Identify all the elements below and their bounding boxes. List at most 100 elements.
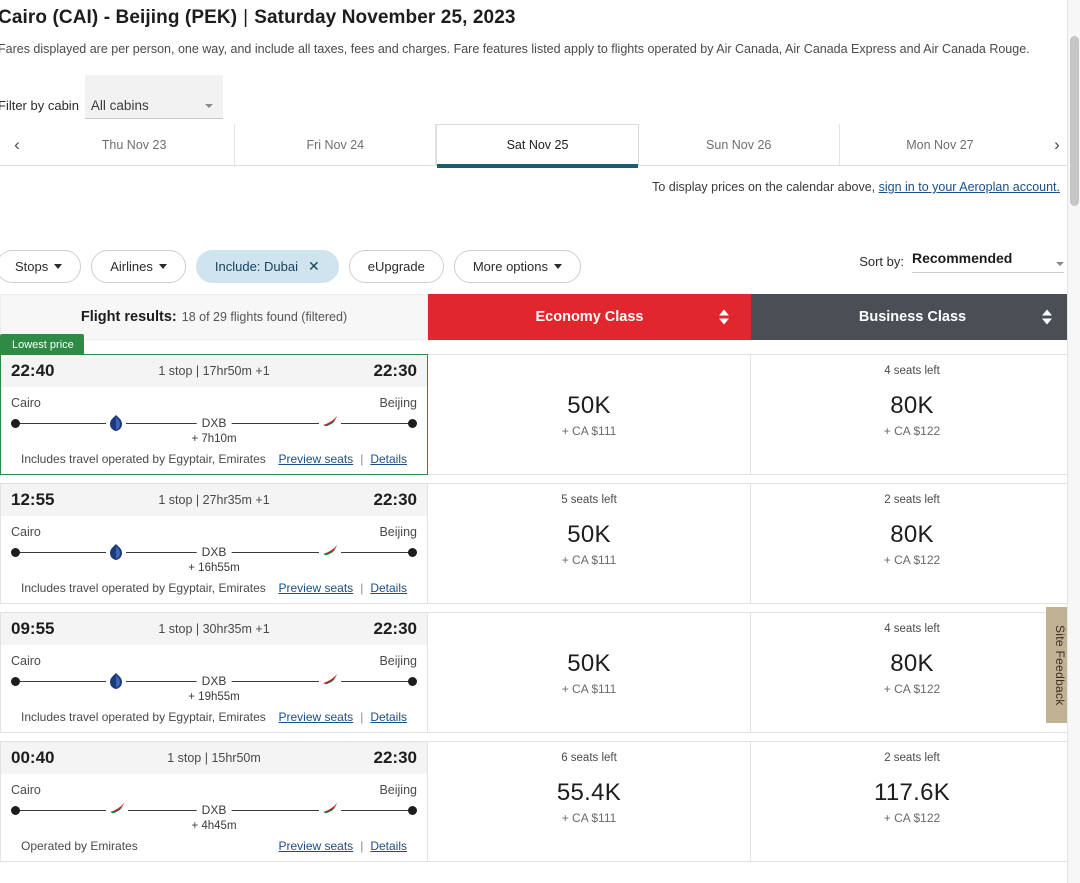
destination-city: Beijing (379, 525, 417, 539)
chevron-down-icon (1056, 262, 1064, 266)
business-class-column-header[interactable]: Business Class (751, 294, 1074, 340)
city-pair: Cairo Beijing (11, 396, 417, 410)
filter-chip-label: Airlines (110, 259, 153, 274)
economy-cash: + CA $111 (561, 423, 617, 438)
arrival-time: 22:30 (373, 361, 417, 380)
emirates-logo-icon (319, 673, 341, 685)
preview-seats-link[interactable]: Preview seats (278, 710, 353, 724)
stop-airport-code: DXB (196, 416, 232, 430)
business-class-label: Business Class (858, 309, 967, 325)
egyptair-logo-icon (106, 544, 126, 560)
emirates-logo-icon (319, 802, 341, 814)
economy-fare-cell[interactable]: 50K + CA $111 (428, 354, 751, 475)
origin-dot-icon (11, 419, 20, 428)
link-divider: | (360, 710, 364, 724)
business-fare-cell[interactable]: 2 seats left 117.6K + CA $122 (751, 741, 1074, 862)
preview-seats-link[interactable]: Preview seats (278, 581, 353, 595)
signin-note: To display prices on the calendar above,… (652, 180, 1060, 194)
origin-dot-icon (11, 806, 20, 815)
scrollbar-thumb[interactable] (1070, 36, 1079, 206)
filter-chip-stops[interactable]: Stops (0, 250, 82, 283)
itinerary-footer: Includes travel operated by Egyptair, Em… (11, 569, 417, 603)
sort-toggle-icon[interactable] (1042, 309, 1052, 325)
details-link[interactable]: Details (370, 710, 407, 724)
flight-result-row: 12:55 1 stop | 27hr35m +1 22:30 Cairo Beijin… (0, 483, 1074, 604)
preview-seats-link[interactable]: Preview seats (278, 452, 353, 466)
sort-label: Sort by: (859, 254, 904, 269)
page-scrollbar[interactable] (1067, 0, 1080, 883)
filter-chip-label: Include: Dubai (214, 259, 298, 274)
city-pair: Cairo Beijing (11, 783, 417, 797)
arrival-time: 22:30 (373, 748, 417, 767)
layover-duration: + 16h55m (188, 562, 240, 574)
business-fare-cell[interactable]: 4 seats left 80K + CA $122 (751, 354, 1074, 475)
destination-dot-icon (408, 548, 417, 557)
emirates-logo-icon (319, 544, 341, 556)
filter-chip-eupgrade[interactable]: eUpgrade (348, 250, 444, 283)
itinerary-footer: Includes travel operated by Egyptair, Em… (11, 698, 417, 732)
filter-chip-include-dubai[interactable]: Include: Dubai ✕ (195, 250, 339, 283)
business-points: 80K (890, 391, 934, 419)
economy-seats-left: 6 seats left (561, 752, 617, 764)
chevron-down-icon (204, 104, 213, 108)
details-link[interactable]: Details (370, 452, 407, 466)
filter-chip-label: eUpgrade (367, 259, 425, 274)
business-seats-left: 4 seats left (884, 623, 940, 635)
business-points: 117.6K (873, 778, 951, 806)
title-separator: | (243, 7, 249, 28)
economy-fare-cell[interactable]: 6 seats left 55.4K + CA $111 (428, 741, 751, 862)
business-fare-cell[interactable]: 4 seats left 80K + CA $122 (751, 612, 1074, 733)
economy-fare-cell[interactable]: 5 seats left 50K + CA $111 (428, 483, 751, 604)
city-pair: Cairo Beijing (11, 654, 417, 668)
date-tab-fri-nov-24[interactable]: Fri Nov 24 (235, 124, 437, 165)
date-tab-thu-nov-23[interactable]: Thu Nov 23 (34, 124, 236, 165)
aeroplan-signin-link[interactable]: sign in to your Aeroplan account. (879, 180, 1060, 194)
sort-toggle-icon[interactable] (719, 309, 729, 325)
filter-chip-bar: Stops Airlines Include: Dubai ✕ eUpgrade More… (0, 250, 581, 283)
itinerary-links: Preview seats | Details (278, 710, 407, 724)
cabin-select-value: All cabins (90, 98, 149, 113)
filter-chip-airlines[interactable]: Airlines (91, 250, 186, 283)
destination-dot-icon (408, 806, 417, 815)
destination-city: Beijing (379, 396, 417, 410)
city-pair: Cairo Beijing (11, 525, 417, 539)
date-tab-mon-nov-27[interactable]: Mon Nov 27 (839, 124, 1041, 165)
layover-duration: + 4h45m (191, 820, 237, 832)
preview-seats-link[interactable]: Preview seats (278, 839, 353, 853)
sort-select[interactable]: Recommended (912, 250, 1064, 273)
destination-dot-icon (408, 419, 417, 428)
close-icon[interactable]: ✕ (308, 258, 320, 275)
itinerary-detail: Cairo Beijing DXB + 4h45m Operated by Emirat… (1, 774, 427, 861)
business-cash: + CA $122 (883, 681, 941, 696)
economy-class-column-header[interactable]: Economy Class (428, 294, 751, 340)
details-link[interactable]: Details (370, 839, 407, 853)
prev-day-button[interactable]: ‹ (0, 124, 34, 165)
business-fare-cell[interactable]: 2 seats left 80K + CA $122 (751, 483, 1074, 604)
departure-time: 00:40 (11, 748, 55, 767)
flight-results-list: Lowest price 22:40 1 stop | 17hr50m +1 22:3… (0, 334, 1074, 870)
date-tab-sat-nov-25[interactable]: Sat Nov 25 (436, 124, 639, 168)
itinerary-footer: Includes travel operated by Egyptair, Em… (11, 440, 417, 474)
itinerary-times: 12:55 1 stop | 27hr35m +1 22:30 (1, 484, 427, 516)
stop-airport-code: DXB (196, 674, 232, 688)
route-path: DXB + 4h45m (11, 801, 417, 832)
economy-fare-cell[interactable]: 50K + CA $111 (428, 612, 751, 733)
date-tab-list: Thu Nov 23 Fri Nov 24 Sat Nov 25 Sun Nov 26… (34, 124, 1041, 168)
link-divider: | (360, 839, 364, 853)
itinerary-detail: Cairo Beijing DXB + 19h55m Includes travel o… (1, 645, 427, 732)
itinerary-times: 09:55 1 stop | 30hr35m +1 22:30 (1, 613, 427, 645)
itinerary-cell: Lowest price 22:40 1 stop | 17hr50m +1 22:3… (0, 334, 428, 475)
emirates-logo-icon (319, 415, 341, 427)
details-link[interactable]: Details (370, 581, 407, 595)
cabin-select[interactable]: All cabins (84, 75, 223, 119)
business-seats-left: 2 seats left (884, 494, 940, 506)
itinerary-cell: 09:55 1 stop | 30hr35m +1 22:30 Cairo Beijin… (0, 612, 428, 733)
route-path: DXB + 19h55m (11, 672, 417, 703)
lowest-price-badge: Lowest price (0, 334, 84, 355)
filter-chip-more-options[interactable]: More options (453, 250, 581, 283)
date-tab-sun-nov-26[interactable]: Sun Nov 26 (638, 124, 840, 165)
flight-result-row: 09:55 1 stop | 30hr35m +1 22:30 Cairo Beijin… (0, 612, 1074, 733)
results-count: 18 of 29 flights found (filtered) (181, 310, 348, 324)
date-tab-label: Thu Nov 23 (101, 137, 167, 152)
itinerary-links: Preview seats | Details (278, 452, 407, 466)
